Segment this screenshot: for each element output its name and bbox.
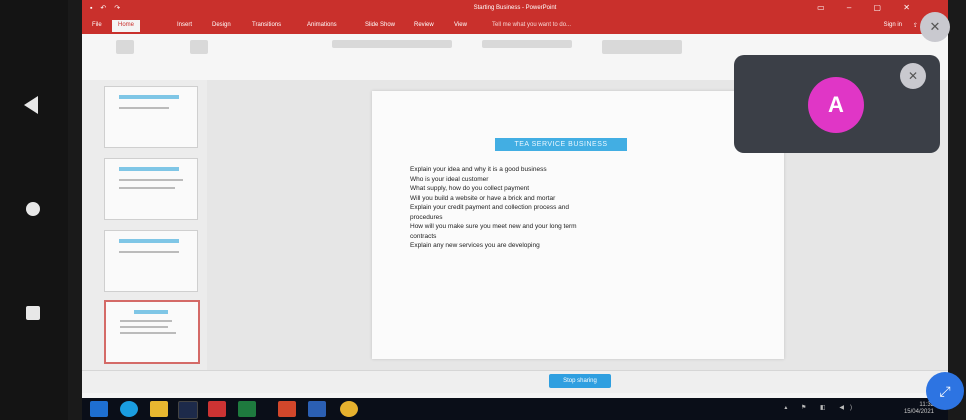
- thumb-line: [119, 187, 175, 189]
- stop-sharing-button[interactable]: Stop sharing: [549, 374, 611, 388]
- thumb-line: [119, 107, 169, 109]
- thumb-line: [120, 326, 168, 328]
- tab-slide-show[interactable]: Slide Show: [365, 22, 395, 28]
- slide-body-line: How will you make sure you meet new and …: [410, 223, 577, 230]
- powerpoint-icon[interactable]: [278, 401, 296, 417]
- slide-body[interactable]: Explain your idea and why it is a good b…: [410, 165, 660, 251]
- chrome-icon[interactable]: [340, 401, 358, 417]
- system-tray-icons[interactable]: ▴ ⚑ ◧ ◀): [784, 404, 858, 411]
- home-icon[interactable]: [26, 202, 40, 216]
- mic-muted-icon: ✕: [900, 63, 926, 89]
- back-icon[interactable]: [24, 96, 38, 114]
- slide-thumbnail[interactable]: [104, 158, 198, 220]
- tab-insert[interactable]: Insert: [177, 22, 192, 28]
- tab-animations[interactable]: Animations: [307, 22, 337, 28]
- internet-explorer-icon[interactable]: [120, 401, 138, 417]
- current-slide[interactable]: TEA SERVICE BUSINESS Explain your idea a…: [372, 91, 784, 359]
- participant-tile[interactable]: A ✕: [734, 55, 940, 153]
- word-icon[interactable]: [308, 401, 326, 417]
- slide-body-line: Who is your ideal customer: [410, 175, 489, 183]
- start-icon[interactable]: [90, 401, 108, 417]
- android-nav-bar: [0, 0, 68, 420]
- file-explorer-icon[interactable]: [150, 401, 168, 417]
- slide-body-line: procedures: [410, 213, 443, 221]
- mic-muted-icon[interactable]: ✕: [920, 12, 950, 42]
- slide-body-line: Explain your credit payment and collecti…: [410, 204, 569, 211]
- tab-home[interactable]: Home: [112, 20, 141, 32]
- thumb-title: [119, 167, 179, 171]
- participant-avatar: A: [808, 77, 864, 133]
- tab-design[interactable]: Design: [212, 22, 231, 28]
- share-icon[interactable]: ⇪: [913, 22, 918, 29]
- recent-apps-icon[interactable]: [26, 306, 40, 320]
- tab-view[interactable]: View: [454, 22, 467, 28]
- slide-body-line: What supply, how do you collect payment: [410, 185, 530, 192]
- slide-body-line: Explain any new services you are develop…: [410, 242, 540, 249]
- app-icon[interactable]: [208, 401, 226, 417]
- tab-transitions[interactable]: Transitions: [252, 22, 281, 28]
- thumb-line: [119, 179, 183, 181]
- ribbon-tabs: File Home Insert Design Transitions Anim…: [82, 18, 948, 34]
- slide-thumbnail[interactable]: [104, 230, 198, 292]
- slide-thumbnail-selected[interactable]: [104, 300, 200, 364]
- new-slide-group[interactable]: [190, 40, 208, 54]
- thumb-title: [134, 310, 168, 314]
- clock-date: 15/04/2021: [903, 409, 934, 415]
- clock[interactable]: 11:32 15/04/2021: [904, 402, 934, 416]
- slide-thumbnail[interactable]: [104, 86, 198, 148]
- thumb-title: [119, 239, 179, 243]
- thumb-line: [119, 251, 179, 253]
- media-player-icon[interactable]: [178, 401, 198, 419]
- paragraph-group[interactable]: [482, 40, 572, 48]
- tab-review[interactable]: Review: [414, 22, 434, 28]
- title-bar: ▪ ↶ ↷ Starting Business - PowerPoint ▭ –…: [82, 0, 948, 18]
- shapes-gallery[interactable]: [602, 40, 682, 54]
- windows-taskbar: ▴ ⚑ ◧ ◀) 11:32 15/04/2021: [82, 398, 948, 420]
- thumb-title: [119, 95, 179, 99]
- tell-me-box[interactable]: Tell me what you want to do...: [492, 22, 571, 28]
- paste-group[interactable]: [116, 40, 134, 54]
- fullscreen-icon[interactable]: ⤢: [926, 372, 964, 410]
- slide-title[interactable]: TEA SERVICE BUSINESS: [495, 138, 627, 151]
- thumb-line: [120, 332, 176, 334]
- excel-icon[interactable]: [238, 401, 256, 417]
- thumb-line: [120, 320, 172, 322]
- font-controls[interactable]: [332, 40, 452, 48]
- notes-pane[interactable]: [82, 370, 948, 393]
- slide-thumbnails: [82, 80, 207, 380]
- window-controls[interactable]: ▭ – ▢ ✕: [817, 3, 920, 12]
- slide-body-line: Explain your idea and why it is a good b…: [410, 166, 547, 173]
- slide-body-line: Will you build a website or have a brick…: [410, 194, 556, 202]
- paragraph-controls[interactable]: [482, 40, 572, 48]
- font-group[interactable]: [332, 40, 452, 48]
- sign-in-link[interactable]: Sign in: [884, 22, 902, 28]
- slide-body-line: contracts: [410, 232, 437, 240]
- tab-file[interactable]: File: [92, 22, 102, 28]
- new-slide-icon[interactable]: [190, 40, 208, 54]
- paste-icon[interactable]: [116, 40, 134, 54]
- drawing-group[interactable]: [602, 40, 682, 54]
